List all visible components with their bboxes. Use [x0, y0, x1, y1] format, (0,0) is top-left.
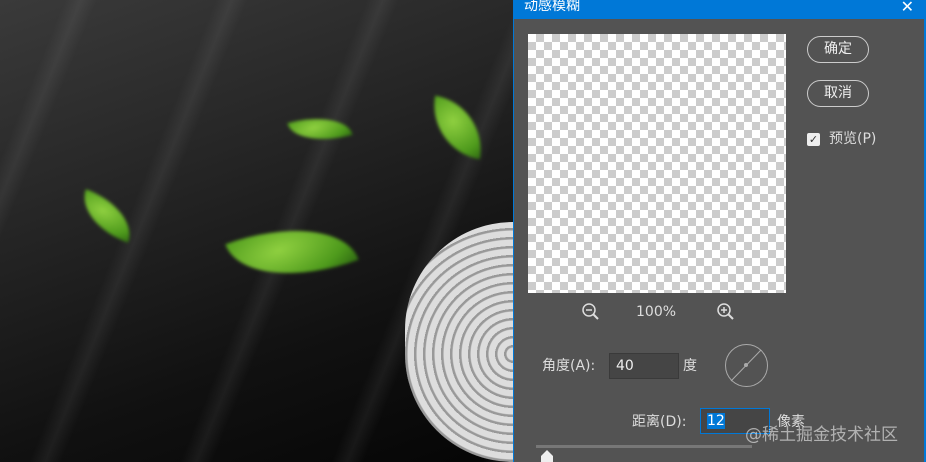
sphere-object: [405, 222, 513, 462]
title-bar: 动感模糊 ✕: [514, 0, 924, 19]
ok-button[interactable]: 确定: [807, 36, 869, 63]
angle-dial[interactable]: [725, 344, 768, 387]
leaf: [425, 95, 490, 160]
motion-blur-dialog: 动感模糊 ✕ 确定 取消 ✓ 预览(P) 100% 角度(A): 40 度 距离…: [513, 0, 926, 462]
preview-area[interactable]: [528, 34, 786, 293]
distance-value: 12: [707, 413, 725, 429]
angle-label: 角度(A):: [542, 358, 596, 374]
dialog-title: 动感模糊: [524, 0, 580, 14]
cancel-button[interactable]: 取消: [807, 80, 869, 107]
distance-label: 距离(D):: [632, 414, 687, 430]
preview-label: 预览(P): [829, 131, 877, 147]
zoom-in-icon[interactable]: [716, 302, 736, 322]
leaf: [73, 189, 141, 243]
close-icon[interactable]: ✕: [901, 0, 914, 15]
image-canvas: [0, 0, 513, 462]
leaf: [225, 203, 359, 301]
zoom-out-icon[interactable]: [581, 302, 601, 322]
preview-checkbox[interactable]: ✓: [807, 133, 820, 146]
angle-unit: 度: [683, 358, 697, 374]
zoom-level: 100%: [636, 304, 677, 320]
distance-slider-track[interactable]: [536, 445, 752, 448]
angle-input[interactable]: 40: [609, 353, 679, 379]
watermark: @稀土掘金技术社区: [745, 425, 898, 445]
leaf: [287, 107, 353, 151]
